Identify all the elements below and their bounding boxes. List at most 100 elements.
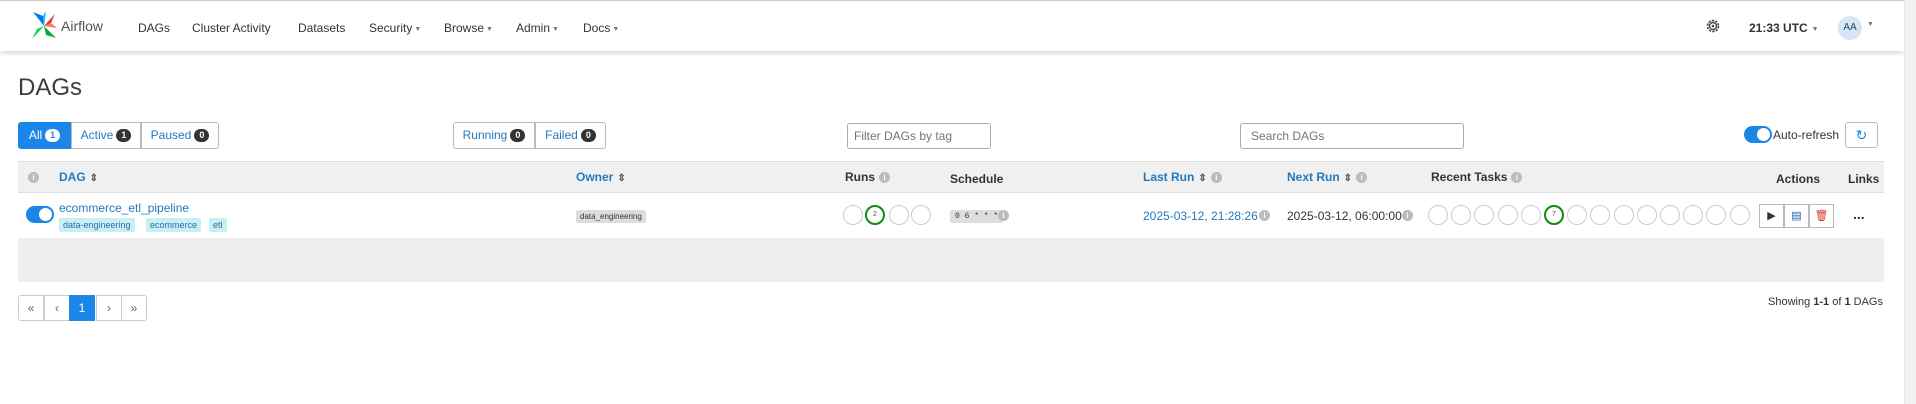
dag-tag[interactable]: ecommerce	[146, 218, 202, 232]
top-navbar: Airflow DAGs Cluster Activity Datasets S…	[0, 0, 1904, 51]
filter-tags-input[interactable]	[847, 123, 991, 149]
info-icon: i	[998, 210, 1009, 221]
schedule-column-label: Schedule	[950, 172, 1004, 186]
summary-range: 1-1	[1813, 296, 1830, 308]
dag-pause-toggle[interactable]	[26, 206, 54, 223]
task-state-circle[interactable]	[1428, 205, 1448, 225]
dag-tag[interactable]: data-engineering	[59, 218, 135, 232]
filter-running-button[interactable]: Running 0	[453, 122, 535, 149]
info-icon: i	[1511, 172, 1523, 183]
pagination-page-1[interactable]: 1	[69, 295, 95, 321]
delete-dag-button[interactable]: 🗑	[1809, 204, 1834, 228]
nav-admin[interactable]: Admin ▼	[516, 21, 559, 35]
pagination-next[interactable]: ›	[96, 295, 122, 321]
auto-refresh-toggle[interactable]	[1744, 126, 1772, 143]
next-run-column-label: Next Run	[1287, 170, 1340, 184]
nav-cluster-activity-label: Cluster Activity	[192, 21, 271, 35]
dag-column-header[interactable]: DAG ⇕	[59, 170, 98, 184]
run-state-circle-success[interactable]: 2	[865, 205, 885, 225]
search-dags-input[interactable]	[1240, 123, 1464, 149]
links-column-label: Links	[1848, 172, 1880, 186]
brand-name[interactable]: Airflow	[61, 18, 103, 34]
actions-column-header: Actions	[1776, 172, 1820, 186]
run-success-count: 2	[873, 211, 877, 218]
run-state-circle[interactable]	[889, 205, 909, 225]
sort-icon: ⇕	[1343, 173, 1353, 184]
schedule-column-header: Schedule	[950, 172, 1003, 186]
user-avatar[interactable]: AA	[1838, 16, 1862, 40]
filter-failed-button[interactable]: Failed 0	[535, 122, 606, 149]
chevron-down-icon: ▼	[414, 26, 422, 33]
chevron-down-icon: ▼	[612, 26, 620, 33]
filter-all-button[interactable]: All 1	[18, 122, 71, 149]
current-time-dropdown[interactable]: 21:33 UTC ▼	[1749, 21, 1819, 35]
schedule-cron: 0 6 * * *	[950, 210, 1004, 223]
filter-all-count: 1	[45, 129, 61, 142]
filter-paused-button[interactable]: Paused 0	[141, 122, 219, 149]
vertical-scrollbar[interactable]	[1904, 0, 1916, 404]
task-state-circle[interactable]	[1497, 205, 1518, 225]
task-state-circle[interactable]	[1660, 205, 1680, 225]
pagination-summary: Showing 1-1 of 1 DAGs	[1768, 296, 1883, 308]
task-state-circle[interactable]	[1520, 205, 1541, 225]
page-title: DAGs	[18, 74, 83, 101]
gear-icon[interactable]	[1705, 18, 1721, 34]
nav-cluster-activity[interactable]: Cluster Activity	[192, 21, 271, 35]
dag-tag[interactable]: etl	[209, 218, 227, 232]
refresh-icon: ↻	[1855, 127, 1868, 143]
owner-tag[interactable]: data_engineering	[576, 210, 646, 223]
owner-column-label: Owner	[576, 170, 614, 184]
trigger-dag-button[interactable]: ▶	[1759, 204, 1784, 228]
nav-datasets-label: Datasets	[298, 21, 346, 35]
filter-paused-count: 0	[194, 129, 210, 142]
sort-icon: ⇕	[1198, 173, 1207, 184]
task-state-circle[interactable]	[1729, 205, 1750, 225]
refresh-dag-button[interactable]: ▤	[1784, 204, 1809, 228]
info-header: i	[28, 170, 39, 184]
chevron-down-icon[interactable]: ▼	[1867, 21, 1874, 28]
task-state-circle-success[interactable]: 7	[1544, 205, 1564, 225]
pagination-prev[interactable]: ‹	[44, 295, 70, 321]
runs-column-header: Runs i	[845, 170, 890, 184]
task-state-circle[interactable]	[1613, 205, 1634, 225]
last-run-date[interactable]: 2025-03-12, 21:28:26	[1143, 209, 1258, 223]
dag-id-link[interactable]: ecommerce_etl_pipeline	[59, 201, 189, 215]
runs-column-label: Runs	[845, 170, 875, 184]
run-state-circle[interactable]	[911, 205, 931, 225]
nav-admin-label: Admin	[516, 21, 551, 35]
nav-browse[interactable]: Browse ▼	[444, 21, 493, 35]
nav-docs[interactable]: Docs ▼	[583, 21, 619, 35]
run-state-circle[interactable]	[843, 205, 863, 225]
chevron-down-icon: ▼	[552, 26, 559, 33]
recent-tasks-column-header: Recent Tasks i	[1431, 170, 1523, 184]
task-state-circle[interactable]	[1636, 205, 1657, 225]
last-run-column-header[interactable]: Last Run ⇕ i	[1143, 170, 1222, 184]
info-icon: i	[1259, 210, 1270, 221]
info-icon: i	[879, 172, 890, 183]
refresh-button[interactable]: ↻	[1845, 122, 1878, 148]
table-empty-row	[18, 238, 1884, 282]
nav-security[interactable]: Security ▼	[369, 21, 421, 35]
pagination-first[interactable]: «	[18, 295, 44, 321]
next-run-column-header[interactable]: Next Run ⇕ i	[1287, 170, 1368, 184]
airflow-logo-icon[interactable]	[29, 8, 59, 44]
filter-active-label: Active	[80, 128, 114, 142]
trash-icon: 🗑	[1814, 210, 1829, 222]
nav-datasets[interactable]: Datasets	[298, 21, 345, 35]
pagination-last[interactable]: »	[121, 295, 147, 321]
file-refresh-icon: ▤	[1791, 210, 1802, 222]
current-time-label: 21:33 UTC	[1749, 21, 1808, 35]
nav-dags[interactable]: DAGs	[138, 21, 170, 35]
nav-dags-label: DAGs	[138, 21, 171, 35]
links-column-header: Links	[1848, 172, 1879, 186]
play-icon: ▶	[1767, 210, 1776, 222]
filter-active-count: 1	[116, 129, 132, 142]
filter-active-button[interactable]: Active 1	[71, 122, 141, 149]
chevron-down-icon: ▼	[486, 26, 493, 33]
filter-failed-count: 0	[580, 129, 596, 142]
info-icon: i	[1402, 210, 1413, 221]
auto-refresh-label: Auto-refresh	[1773, 128, 1840, 142]
links-menu-button[interactable]: ...	[1853, 206, 1865, 222]
nav-security-label: Security	[369, 21, 413, 35]
owner-column-header[interactable]: Owner ⇕	[576, 170, 626, 184]
